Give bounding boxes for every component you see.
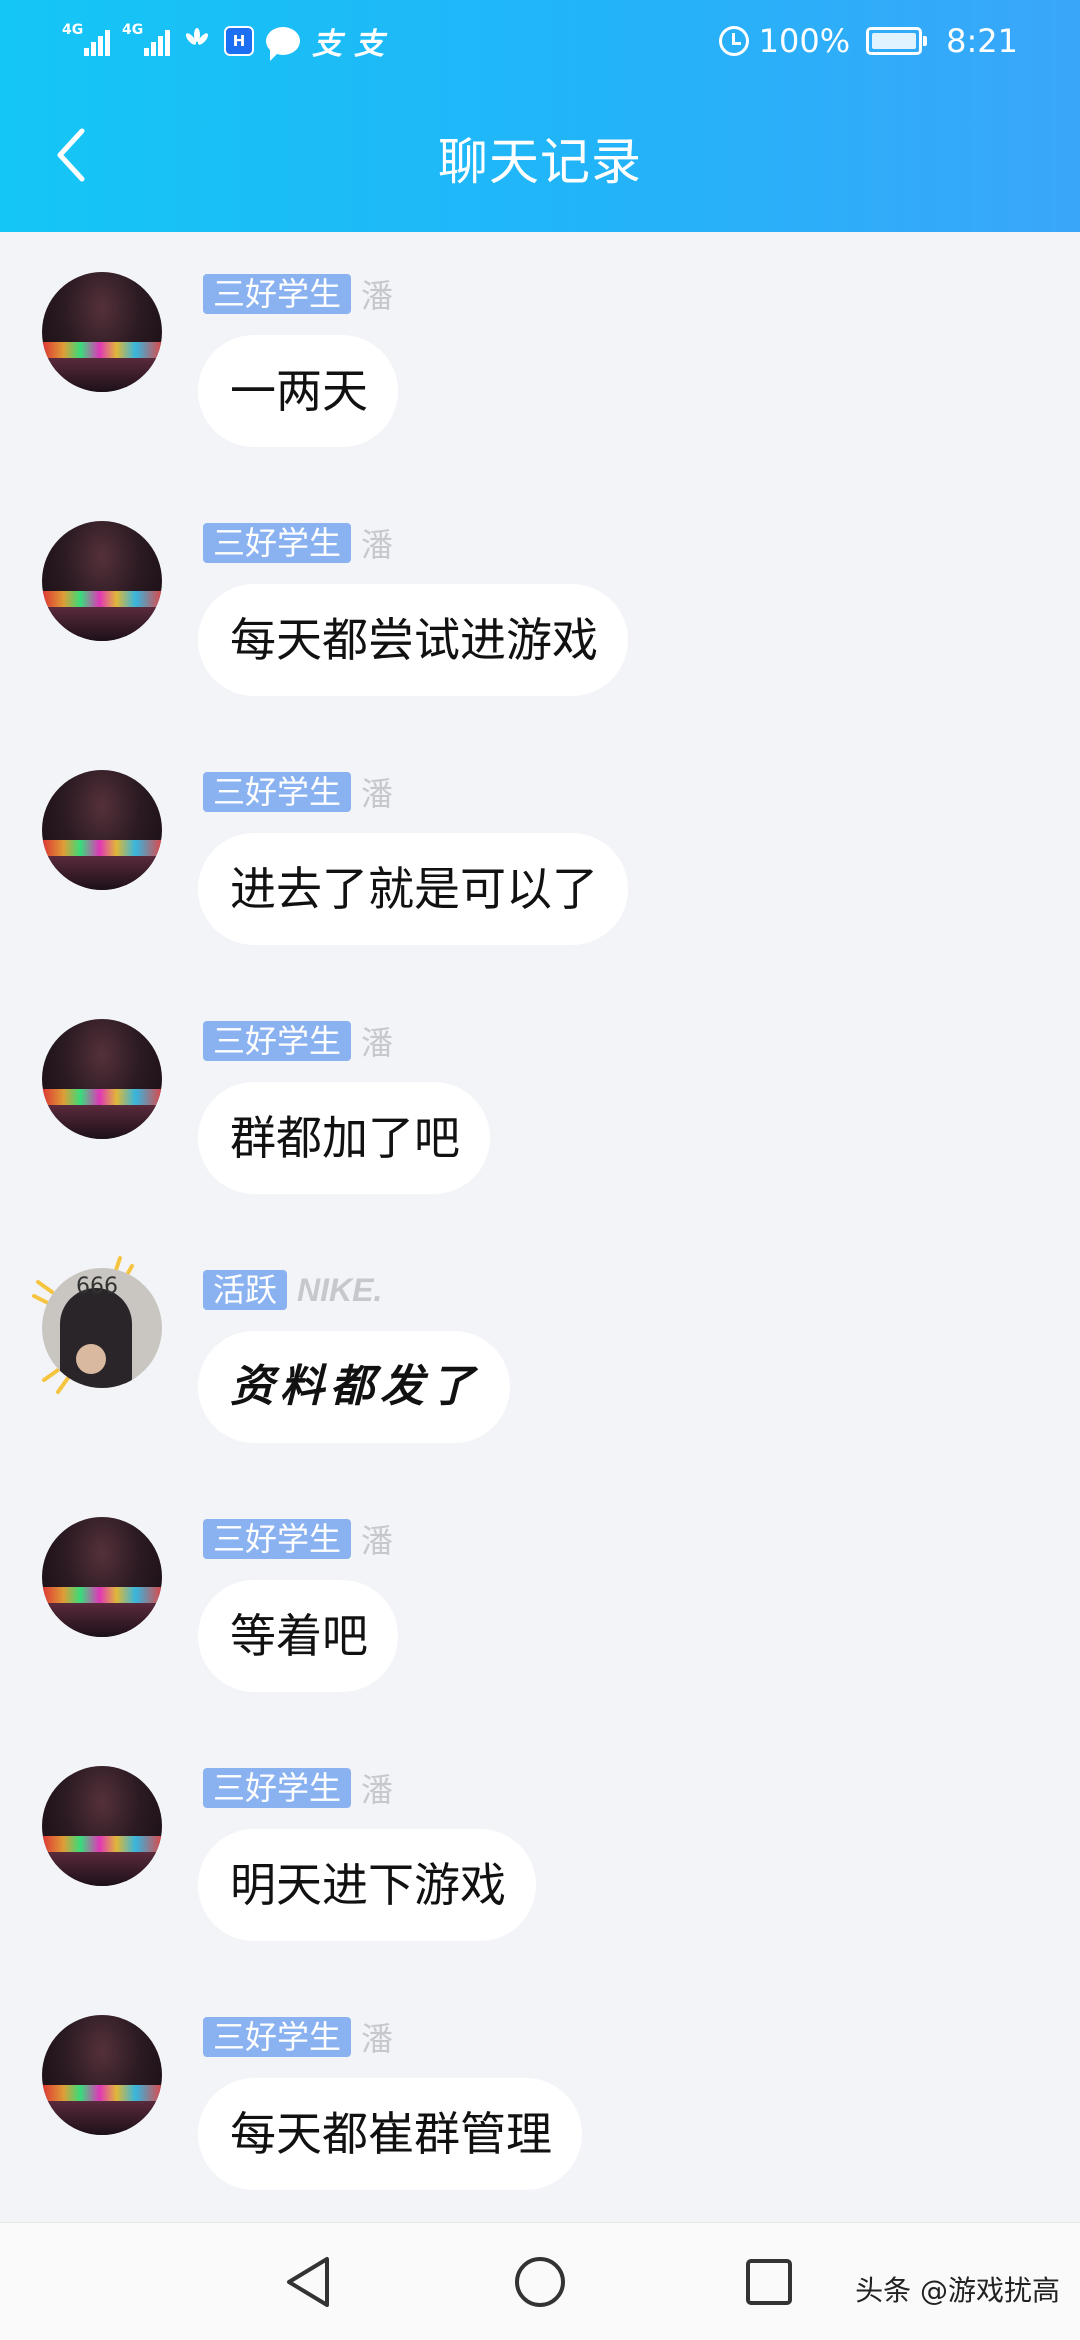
avatar[interactable] — [42, 2015, 162, 2135]
message-bubble[interactable]: 群都加了吧 — [198, 1082, 490, 1194]
battery-percent: 100% — [758, 22, 851, 60]
member-title-badge: 三好学生 — [203, 2017, 352, 2057]
square-recents-icon — [746, 2259, 792, 2305]
chat-message: 666 活跃 NIKE. 资料都发了 — [0, 1228, 1080, 1477]
message-bubble[interactable]: 明天进下游戏 — [198, 1829, 536, 1941]
clock: 8:21 — [946, 22, 1018, 60]
page-title: 聊天记录 — [438, 133, 642, 191]
alipay-icon-2: 支 — [354, 27, 384, 62]
avatar[interactable] — [42, 272, 162, 392]
sender-name: 潘 — [361, 2020, 394, 2058]
huawei-icon — [182, 26, 212, 56]
member-title-badge: 三好学生 — [203, 1021, 352, 1061]
chat-message: 三好学生 潘 每天都崔群管理 — [0, 1975, 1080, 2224]
message-bubble[interactable]: 资料都发了 — [198, 1331, 510, 1443]
sender-name: 潘 — [361, 1771, 394, 1809]
alipay-icon: 支 — [312, 27, 342, 62]
avatar[interactable] — [42, 770, 162, 890]
nav-home-button[interactable] — [505, 2247, 575, 2317]
message-bubble[interactable]: 一两天 — [198, 335, 398, 447]
chat-message: 三好学生 潘 群都加了吧 — [0, 979, 1080, 1228]
chat-message: 三好学生 潘 每天都尝试进游戏 — [0, 481, 1080, 730]
sender-name: 潘 — [361, 526, 394, 564]
status-right-icons: 100% 8:21 — [718, 18, 1018, 64]
source-watermark: 头条 @游戏扰高 — [855, 2274, 1060, 2307]
chat-message: 三好学生 潘 一两天 — [0, 232, 1080, 481]
sender-info: 三好学生 潘 — [203, 1768, 394, 1809]
sender-info: 三好学生 潘 — [203, 523, 394, 564]
app-h-icon: H — [224, 26, 254, 56]
message-bubble[interactable]: 每天都崔群管理 — [198, 2078, 582, 2190]
app-header: 4G 4G H 支 支 100% 8:21 聊天记录 — [0, 0, 1080, 232]
chat-message: 三好学生 潘 明天进下游戏 — [0, 1726, 1080, 1975]
member-title-badge: 三好学生 — [203, 274, 352, 314]
avatar[interactable]: 666 — [42, 1268, 162, 1388]
chat-history-list[interactable]: 三好学生 潘 一两天 三好学生 潘 每天都尝试进游戏 三好学生 潘 进去了就是可… — [0, 232, 1080, 2222]
signal-icon: 4G — [62, 22, 110, 56]
signal-icon-2: 4G — [122, 22, 170, 56]
sender-name: NIKE. — [297, 1271, 383, 1308]
avatar[interactable] — [42, 1019, 162, 1139]
member-title-badge: 三好学生 — [203, 1519, 352, 1559]
member-title-badge: 三好学生 — [203, 1768, 352, 1808]
sender-name: 潘 — [361, 775, 394, 813]
sender-info: 三好学生 潘 — [203, 772, 394, 813]
message-bubble[interactable]: 进去了就是可以了 — [198, 833, 628, 945]
alarm-icon — [718, 26, 749, 56]
member-title-badge: 三好学生 — [203, 523, 352, 563]
sender-info: 三好学生 潘 — [203, 274, 394, 315]
chat-message: 三好学生 潘 等着吧 — [0, 1477, 1080, 1726]
member-title-badge: 活跃 — [203, 1270, 288, 1310]
status-left-icons: 4G 4G H 支 支 — [62, 20, 384, 62]
system-navigation-bar: 头条 @游戏扰高 — [0, 2222, 1080, 2340]
member-title-badge: 三好学生 — [203, 772, 352, 812]
sender-info: 三好学生 潘 — [203, 1519, 394, 1560]
status-bar: 4G 4G H 支 支 100% 8:21 — [0, 0, 1080, 82]
sender-name: 潘 — [361, 1522, 394, 1560]
chat-message: 三好学生 潘 进去了就是可以了 — [0, 730, 1080, 979]
sender-name: 潘 — [361, 1024, 394, 1062]
sender-name: 潘 — [361, 277, 394, 315]
avatar[interactable] — [42, 1766, 162, 1886]
avatar[interactable] — [42, 521, 162, 641]
triangle-back-icon — [287, 2257, 329, 2307]
avatar[interactable] — [42, 1517, 162, 1637]
message-icon — [266, 27, 300, 61]
sender-info: 活跃 NIKE. — [203, 1270, 382, 1310]
sender-info: 三好学生 潘 — [203, 1021, 394, 1062]
nav-recents-button[interactable] — [734, 2247, 804, 2317]
message-bubble[interactable]: 每天都尝试进游戏 — [198, 584, 628, 696]
nav-back-button[interactable] — [273, 2247, 343, 2317]
sender-info: 三好学生 潘 — [203, 2017, 394, 2058]
message-bubble[interactable]: 等着吧 — [198, 1580, 398, 1692]
circle-home-icon — [515, 2257, 565, 2307]
battery-icon — [866, 27, 928, 55]
